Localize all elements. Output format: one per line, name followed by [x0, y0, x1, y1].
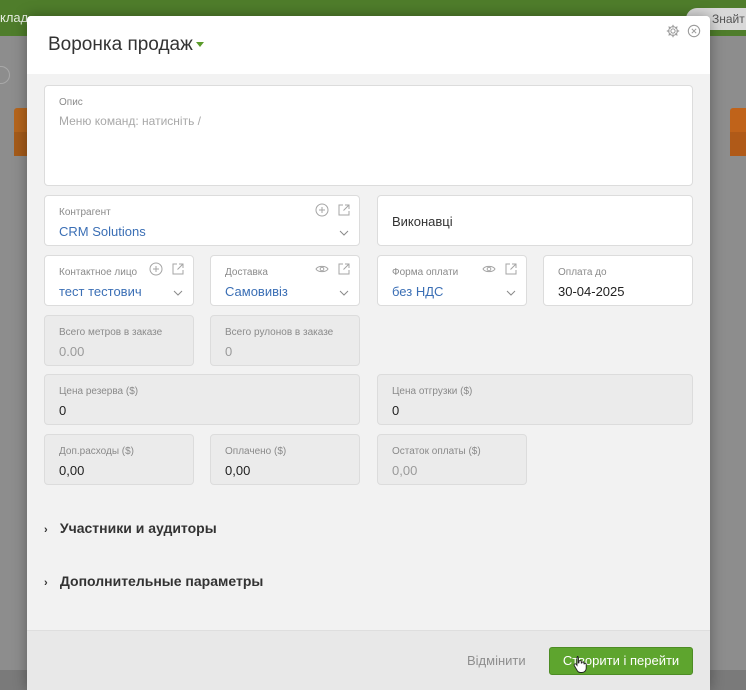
- balance-value: 0,00: [392, 463, 418, 478]
- topbar-text: клад: [0, 10, 29, 25]
- payment-form-label: Форма оплати: [392, 267, 459, 278]
- reserve-price-label: Цена резерва ($): [59, 386, 139, 397]
- total-meters-field: Всего метров в заказе 0.00: [44, 315, 194, 366]
- create-and-go-button[interactable]: Створити і перейти: [549, 647, 693, 675]
- close-icon[interactable]: [687, 24, 701, 38]
- shipment-price-field[interactable]: Цена отгрузки ($) 0: [377, 374, 693, 425]
- external-link-icon[interactable]: [171, 262, 185, 276]
- shipment-price-value[interactable]: 0: [392, 403, 399, 418]
- external-link-icon[interactable]: [504, 262, 518, 276]
- contact-value[interactable]: тест тестович: [59, 284, 142, 299]
- eye-icon[interactable]: [315, 262, 329, 276]
- section-participants-label: Участники и аудиторы: [59, 520, 217, 536]
- counterparty-label: Контрагент: [59, 207, 111, 218]
- shipment-price-label: Цена отгрузки ($): [392, 386, 473, 397]
- gear-icon[interactable]: [666, 24, 680, 38]
- contact-label: Контактное лицо: [59, 267, 138, 278]
- paid-value[interactable]: 0,00: [225, 463, 250, 478]
- kanban-card-right-bottom: [730, 132, 746, 156]
- chevron-down-icon[interactable]: [339, 228, 349, 238]
- add-circle-icon[interactable]: [315, 203, 329, 217]
- create-deal-modal: Воронка продаж Опис Меню команд: натисні…: [27, 16, 710, 690]
- chevron-down-icon[interactable]: [506, 288, 516, 298]
- modal-title[interactable]: Воронка продаж: [48, 34, 193, 56]
- balance-label: Остаток оплаты ($): [392, 446, 481, 457]
- total-meters-label: Всего метров в заказе: [59, 327, 163, 338]
- chevron-down-icon[interactable]: [173, 288, 183, 298]
- total-meters-value: 0.00: [59, 344, 85, 359]
- chevron-right-icon: ›: [44, 524, 48, 536]
- description-placeholder: Меню команд: натисніть /: [59, 114, 201, 128]
- executors-label: Виконавці: [392, 214, 453, 229]
- reserve-price-field[interactable]: Цена резерва ($) 0: [44, 374, 360, 425]
- description-field[interactable]: Опис Меню команд: натисніть /: [44, 85, 693, 186]
- external-link-icon[interactable]: [337, 203, 351, 217]
- add-circle-icon[interactable]: [149, 262, 163, 276]
- modal-footer: Відмінити Створити і перейти: [27, 630, 710, 690]
- description-label: Опис: [59, 97, 83, 108]
- chevron-right-icon: ›: [44, 577, 48, 589]
- extra-costs-field[interactable]: Доп.расходы ($) 0,00: [44, 434, 194, 485]
- eye-icon[interactable]: [482, 262, 496, 276]
- balance-field: Остаток оплаты ($) 0,00: [377, 434, 527, 485]
- extra-costs-value[interactable]: 0,00: [59, 463, 84, 478]
- section-extra-params-label: Дополнительные параметры: [59, 573, 264, 589]
- section-participants[interactable]: › Участники и аудиторы: [44, 520, 217, 536]
- hand-cursor-icon: [573, 655, 587, 673]
- delivery-value[interactable]: Самовивіз: [225, 284, 288, 299]
- pay-until-label: Оплата до: [558, 267, 607, 278]
- modal-header: Воронка продаж: [27, 16, 710, 74]
- total-rolls-label: Всего рулонов в заказе: [225, 327, 334, 338]
- counterparty-select[interactable]: Контрагент CRM Solutions: [44, 195, 360, 246]
- delivery-label: Доставка: [225, 267, 268, 278]
- paid-label: Оплачено ($): [225, 446, 287, 457]
- modal-body: Опис Меню команд: натисніть / Контрагент…: [27, 74, 710, 630]
- contact-select[interactable]: Контактное лицо тест тестович: [44, 255, 194, 306]
- cancel-button[interactable]: Відмінити: [467, 653, 526, 668]
- counterparty-value[interactable]: CRM Solutions: [59, 224, 146, 239]
- paid-field[interactable]: Оплачено ($) 0,00: [210, 434, 360, 485]
- total-rolls-field: Всего рулонов в заказе 0: [210, 315, 360, 366]
- payment-form-select[interactable]: Форма оплати без НДС: [377, 255, 527, 306]
- delivery-select[interactable]: Доставка Самовивіз: [210, 255, 360, 306]
- executors-field[interactable]: Виконавці: [377, 195, 693, 246]
- extra-costs-label: Доп.расходы ($): [59, 446, 135, 457]
- section-extra-params[interactable]: › Дополнительные параметры: [44, 573, 263, 589]
- pay-until-date[interactable]: Оплата до 30-04-2025: [543, 255, 693, 306]
- payment-form-value[interactable]: без НДС: [392, 284, 443, 299]
- pay-until-value[interactable]: 30-04-2025: [558, 284, 625, 299]
- reserve-price-value[interactable]: 0: [59, 403, 66, 418]
- caret-down-icon[interactable]: [196, 42, 204, 47]
- total-rolls-value: 0: [225, 344, 233, 359]
- external-link-icon[interactable]: [337, 262, 351, 276]
- chevron-down-icon[interactable]: [339, 288, 349, 298]
